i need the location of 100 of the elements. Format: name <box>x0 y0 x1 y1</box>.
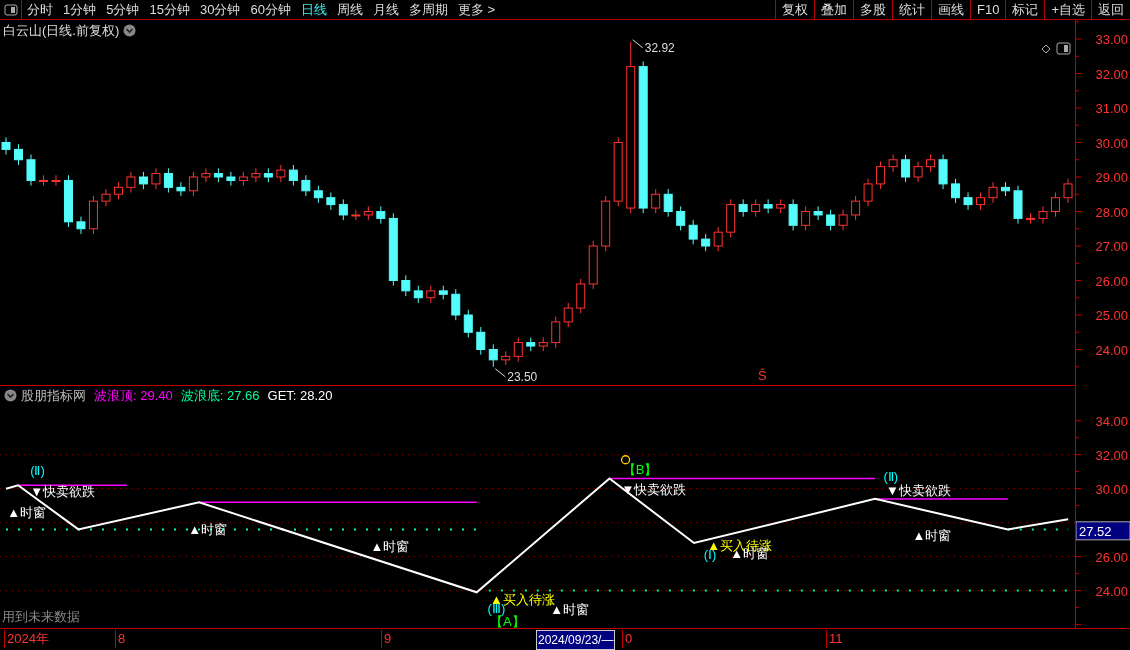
chart-title: 白云山(日线.前复权) <box>3 22 120 40</box>
candlestick <box>951 178 961 204</box>
candlestick <box>726 198 736 238</box>
candlestick <box>313 185 323 204</box>
signal-label: ▼快卖欲跌 <box>30 484 95 500</box>
candlestick <box>826 209 836 231</box>
axis-label: 25.00 <box>1095 308 1128 323</box>
axis-label: 28.00 <box>1095 204 1128 220</box>
candlestick <box>526 336 536 352</box>
panel-toggle-icon[interactable] <box>1056 42 1071 55</box>
candlestick <box>676 205 686 231</box>
candlestick <box>813 205 823 221</box>
period-tab[interactable]: 分时 <box>22 0 58 19</box>
period-tab[interactable]: 更多 > <box>452 0 501 19</box>
leader-line <box>632 39 644 49</box>
candlestick <box>14 143 23 166</box>
axis-label: 30.00 <box>1095 481 1128 497</box>
candlestick <box>138 171 148 190</box>
axis-label: 32.00 <box>1095 447 1128 463</box>
candlestick <box>126 171 136 193</box>
candlestick <box>801 205 811 231</box>
candlestick <box>713 226 723 252</box>
axis-label: 26.00 <box>1095 273 1128 289</box>
candlestick <box>551 316 561 349</box>
signal-label: ▲时窗 <box>7 504 47 520</box>
leader-line <box>494 368 506 378</box>
candlestick <box>476 326 486 356</box>
price-label: 32.92 <box>644 40 675 55</box>
candlestick <box>501 350 511 366</box>
candlestick <box>213 167 223 183</box>
candlestick <box>51 174 61 187</box>
toolbar-button[interactable]: F10 <box>970 0 1006 19</box>
toolbar-button[interactable]: 返回 <box>1091 0 1130 19</box>
dropdown-icon[interactable] <box>4 389 17 402</box>
axis-label: 29.00 <box>1095 170 1128 185</box>
toolbar-button[interactable]: 多股 <box>853 0 892 19</box>
signal-label: (Ⅱ) <box>883 468 899 484</box>
candlestick <box>376 205 386 225</box>
period-tab[interactable]: 月线 <box>367 0 404 19</box>
candlestick <box>26 154 36 187</box>
last-value-text: 27.52 <box>1079 523 1112 539</box>
dropdown-icon[interactable] <box>123 24 137 38</box>
candlestick <box>563 302 573 328</box>
date-label: 9 <box>381 630 392 648</box>
signal-label: 【B】 <box>622 462 658 478</box>
period-tab[interactable]: 30分钟 <box>194 0 246 19</box>
candlestick <box>201 167 211 183</box>
candlestick <box>1 136 11 156</box>
candlestick <box>1026 212 1035 225</box>
candlestick <box>863 178 873 207</box>
candlestick <box>263 167 273 183</box>
candlestick <box>363 205 373 221</box>
toolbar-button[interactable]: 标记 <box>1005 0 1045 19</box>
candlestick <box>701 233 711 252</box>
period-tab[interactable]: 5分钟 <box>101 0 145 19</box>
candlestick <box>288 164 298 187</box>
signal-label: ▲时窗 <box>188 521 228 537</box>
candlestick <box>963 192 973 211</box>
axis-label: 27.00 <box>1095 239 1128 254</box>
date-label: 0 <box>622 630 633 648</box>
candlestick <box>251 167 261 183</box>
toolbar-button[interactable]: 叠加 <box>814 0 853 19</box>
candlestick <box>688 219 698 245</box>
candlestick <box>913 161 923 183</box>
toolbar-button[interactable]: 复权 <box>775 0 814 19</box>
candlestick <box>276 164 286 183</box>
candlestick <box>663 188 673 218</box>
period-tab[interactable]: 周线 <box>331 0 368 19</box>
diamond-icon[interactable] <box>1041 44 1051 54</box>
period-tab[interactable]: 日线 <box>295 0 332 19</box>
candlestick <box>988 181 998 204</box>
toolbar-button[interactable]: +自选 <box>1044 0 1091 19</box>
candlestick <box>401 274 411 297</box>
candlestick <box>151 167 161 190</box>
period-tab[interactable]: 多周期 <box>403 0 453 19</box>
period-tab[interactable]: 15分钟 <box>144 0 195 19</box>
candlestick <box>588 240 598 290</box>
panel-toggle-icon[interactable] <box>3 3 18 16</box>
period-tab[interactable]: 60分钟 <box>245 0 296 19</box>
candlestick <box>851 195 861 221</box>
candlestick <box>838 209 848 231</box>
candlestick <box>1001 181 1011 197</box>
candlestick <box>176 181 186 197</box>
axis-label: 33.00 <box>1095 32 1128 47</box>
candlestick <box>488 343 498 368</box>
period-tab[interactable]: 1分钟 <box>58 0 102 19</box>
candlestick <box>326 192 336 211</box>
signal-label: (Ⅱ) <box>30 462 45 478</box>
date-label: 11 <box>826 630 843 648</box>
candlestick <box>651 188 661 214</box>
indicator-name: 股朋指标网 <box>21 386 86 405</box>
toolbar-button[interactable]: 统计 <box>892 0 931 19</box>
price-label: 23.50 <box>507 369 538 384</box>
candlestick <box>76 216 86 235</box>
toolbar-button[interactable]: 画线 <box>931 0 970 19</box>
candlestick <box>601 195 611 252</box>
axis-label: 31.00 <box>1095 101 1128 116</box>
candlestick <box>338 198 348 221</box>
candlestick <box>1063 178 1073 204</box>
candlestick <box>226 171 236 187</box>
